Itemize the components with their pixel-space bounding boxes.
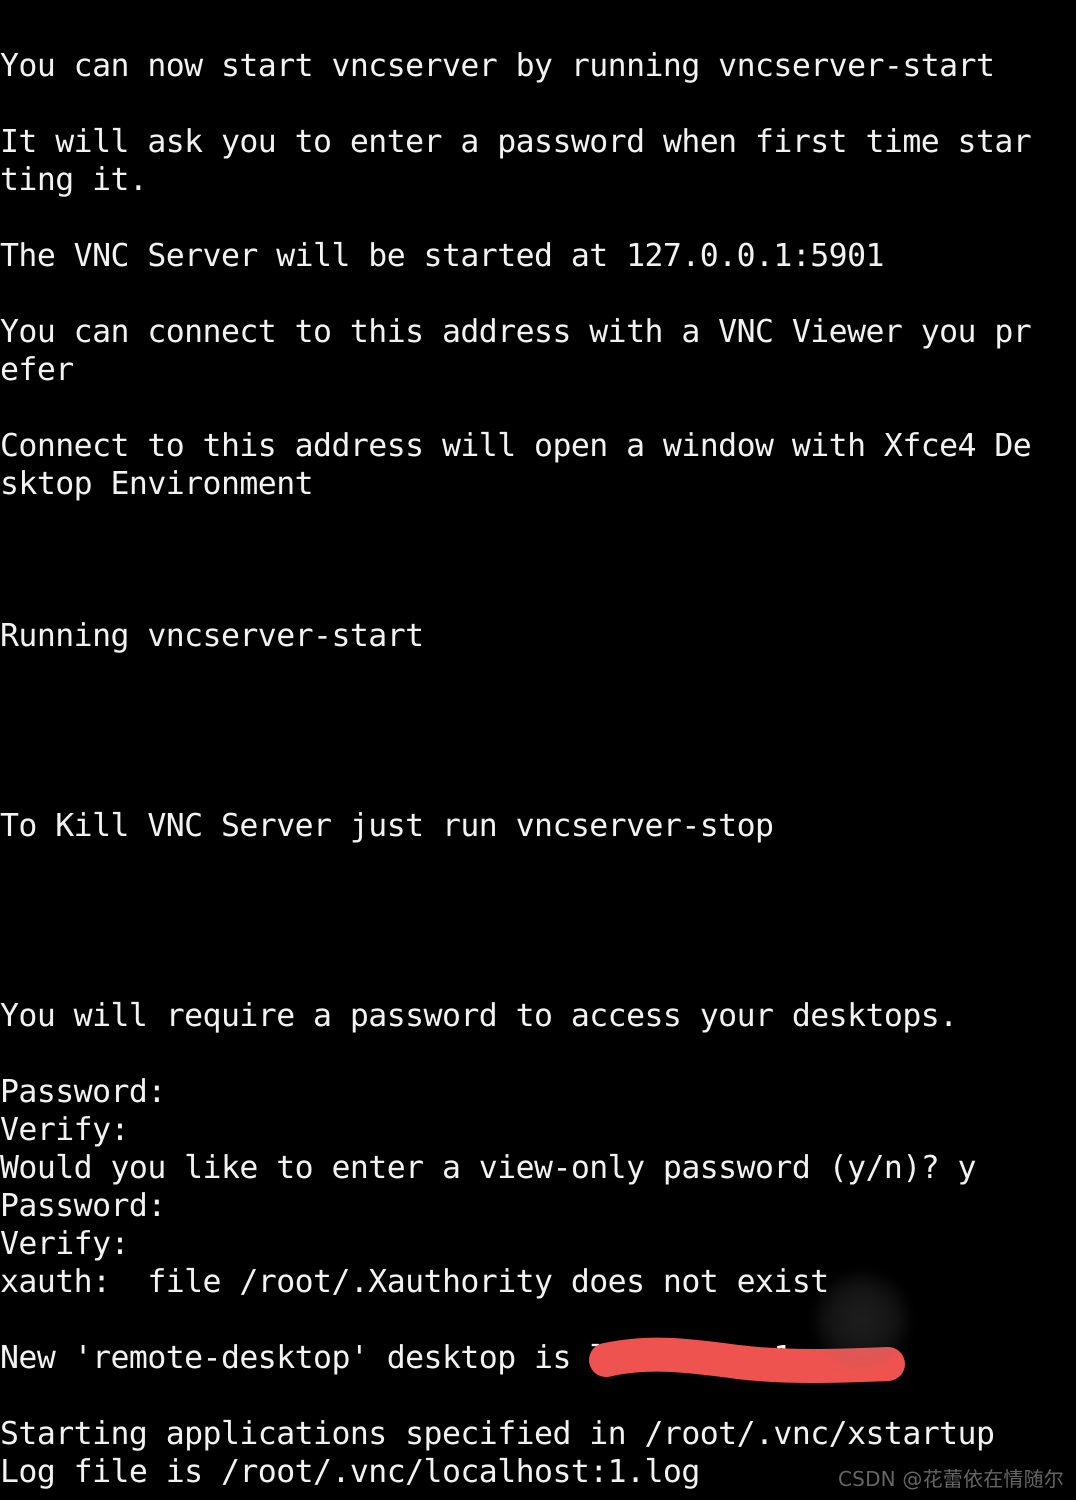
terminal-line: To Kill VNC Server just run vncserver-st… [0, 808, 774, 844]
terminal-line: It will ask you to enter a password when… [0, 124, 1032, 160]
terminal-line: Would you like to enter a view-only pass… [0, 1150, 977, 1186]
terminal-line: Verify: [0, 1226, 129, 1262]
terminal-line: Verify: [0, 1112, 129, 1148]
terminal-output[interactable]: You can now start vncserver by running v… [0, 47, 1076, 1491]
terminal-line: ting it. [0, 162, 148, 198]
terminal-line: Password: [0, 1074, 166, 1110]
terminal-window: You can now start vncserver by running v… [0, 0, 1076, 1500]
terminal-line: New 'remote-desktop' desktop is localhos… [0, 1340, 792, 1376]
terminal-line: You will require a password to access yo… [0, 998, 958, 1034]
terminal-line: You can connect to this address with a V… [0, 314, 1032, 350]
terminal-line: sktop Environment [0, 466, 314, 502]
terminal-line: Running vncserver-start [0, 618, 424, 654]
terminal-line: You can now start vncserver by running v… [0, 48, 995, 84]
csdn-watermark: CSDN @花蕾依在情随尔 [838, 1467, 1064, 1491]
terminal-line: xauth: file /root/.Xauthority does not e… [0, 1264, 829, 1300]
terminal-line: The VNC Server will be started at 127.0.… [0, 238, 884, 274]
terminal-line: Password: [0, 1188, 166, 1224]
terminal-line: efer [0, 352, 74, 388]
terminal-line: Starting applications specified in /root… [0, 1416, 995, 1452]
terminal-line: Connect to this address will open a wind… [0, 428, 1032, 464]
